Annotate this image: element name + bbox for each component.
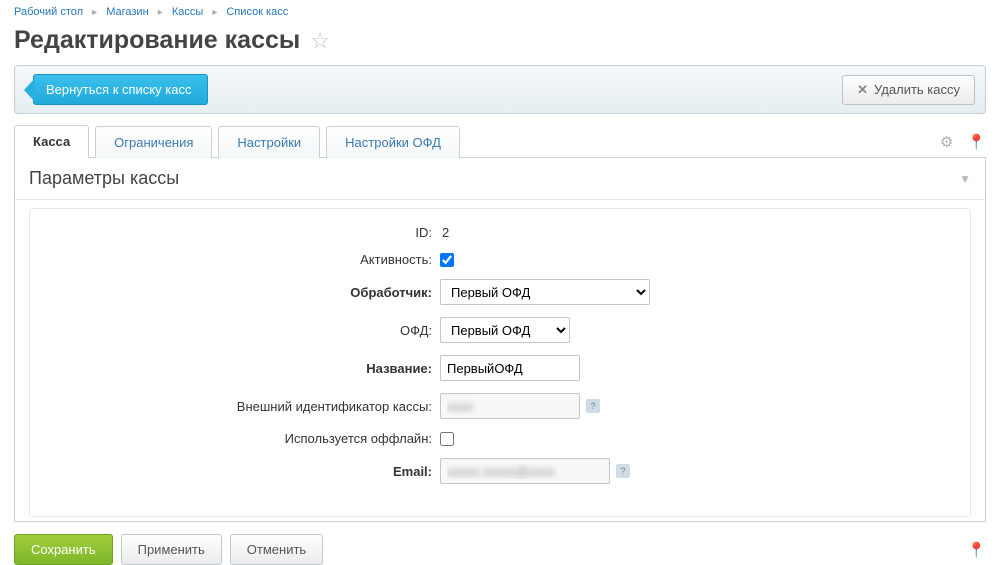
tabs-row: Касса Ограничения Настройки Настройки ОФ… [14,124,986,158]
id-value: 2 [440,225,449,240]
handler-label: Обработчик: [30,285,440,300]
active-label: Активность: [30,252,440,267]
active-checkbox[interactable] [440,253,454,267]
email-input[interactable] [440,458,610,484]
apply-button[interactable]: Применить [121,534,222,565]
chevron-icon: ▸ [92,7,97,18]
section-title: Параметры кассы [29,168,179,189]
external-id-input[interactable] [440,393,580,419]
chevron-icon: ▸ [158,7,163,18]
help-icon[interactable]: ? [586,399,600,413]
tab-kassa[interactable]: Касса [14,125,89,158]
gear-icon[interactable]: ⚙ [940,133,953,151]
page-title-wrap: Редактирование кассы ☆ [0,22,1000,65]
tab-ofd-settings[interactable]: Настройки ОФД [326,126,460,158]
star-icon[interactable]: ☆ [310,28,330,54]
offline-label: Используется оффлайн: [30,431,440,446]
name-input[interactable] [440,355,580,381]
name-label: Название: [30,361,440,376]
cancel-button[interactable]: Отменить [230,534,323,565]
offline-checkbox[interactable] [440,432,454,446]
back-button[interactable]: Вернуться к списку касс [33,74,208,105]
tab-restrictions[interactable]: Ограничения [95,126,212,158]
delete-button[interactable]: ✕ Удалить кассу [842,75,975,105]
breadcrumb-item[interactable]: Список касс [226,6,288,18]
section-header: Параметры кассы ▼ [15,158,985,200]
handler-select[interactable]: Первый ОФД [440,279,650,305]
email-label: Email: [30,464,440,479]
tab-settings[interactable]: Настройки [218,126,320,158]
ofd-select[interactable]: Первый ОФД [440,317,570,343]
footer: Сохранить Применить Отменить 📍 [14,534,986,565]
external-id-label: Внешний идентификатор кассы: [30,399,440,414]
ofd-label: ОФД: [30,323,440,338]
delete-button-label: Удалить кассу [874,82,960,97]
id-label: ID: [30,225,440,240]
breadcrumb-item[interactable]: Магазин [106,6,148,18]
pin-icon[interactable]: 📍 [967,541,986,559]
chevron-icon: ▸ [212,7,217,18]
chevron-down-icon[interactable]: ▼ [959,172,971,186]
save-button[interactable]: Сохранить [14,534,113,565]
form: ID: 2 Активность: Обработчик: Первый ОФД… [29,208,971,517]
breadcrumb-item[interactable]: Кассы [172,6,203,18]
toolbar: Вернуться к списку касс ✕ Удалить кассу [14,65,986,114]
breadcrumb: Рабочий стол ▸ Магазин ▸ Кассы ▸ Список … [0,0,1000,22]
help-icon[interactable]: ? [616,464,630,478]
page-title: Редактирование кассы [14,26,300,55]
section: Параметры кассы ▼ ID: 2 Активность: Обра… [14,158,986,522]
close-icon: ✕ [857,82,868,98]
pin-icon[interactable]: 📍 [967,133,986,151]
breadcrumb-item[interactable]: Рабочий стол [14,6,83,18]
